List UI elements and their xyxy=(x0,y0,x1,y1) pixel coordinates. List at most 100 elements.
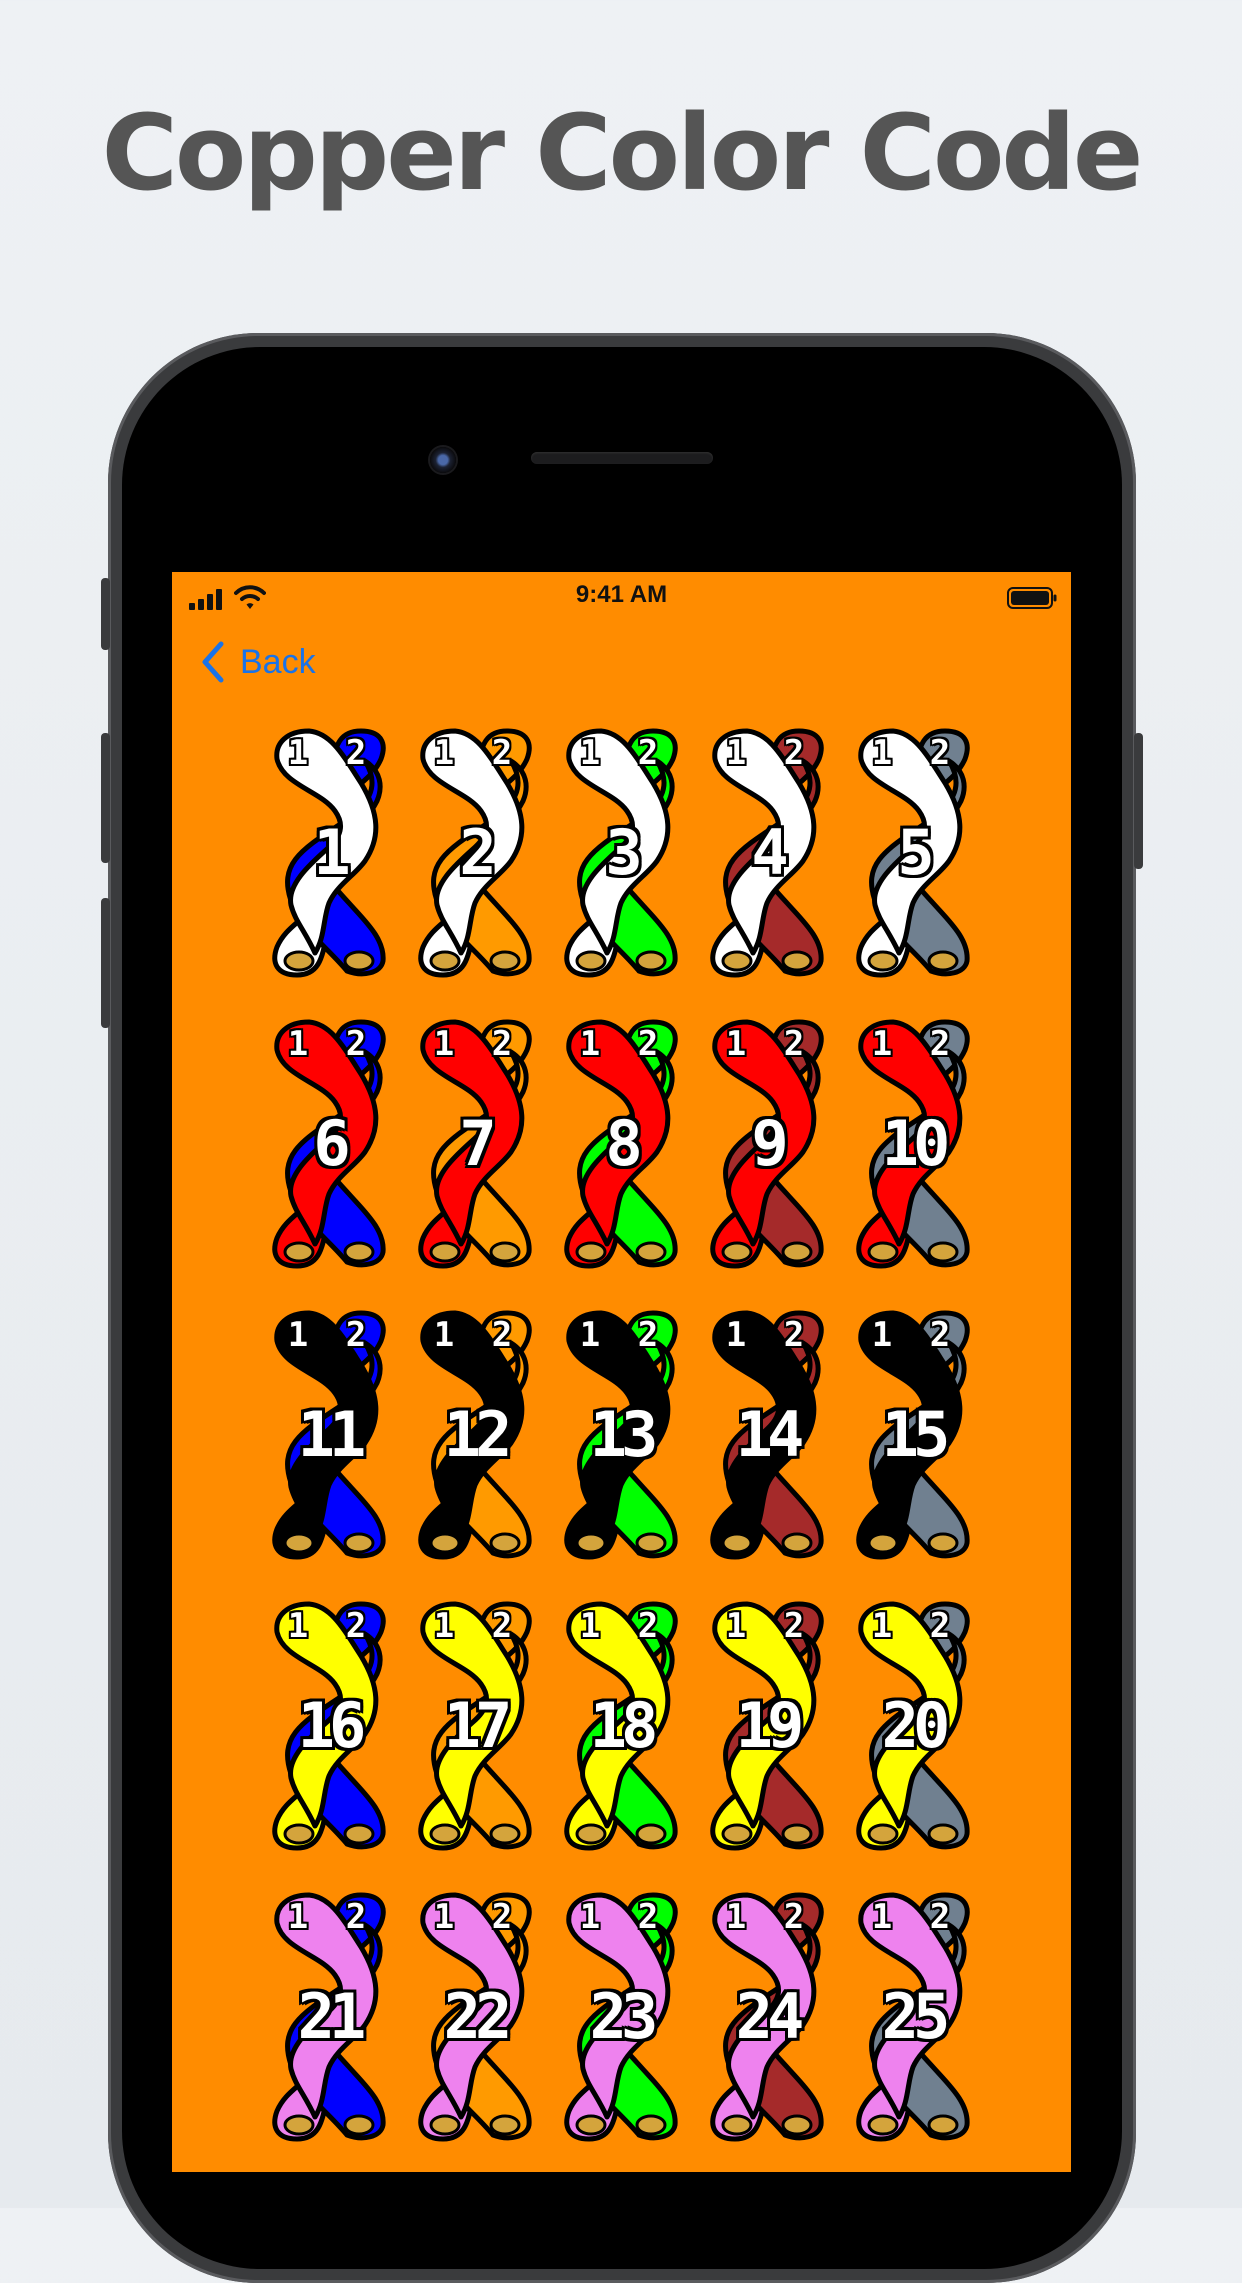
pair-number: 8 xyxy=(605,1107,642,1180)
pair-8[interactable]: 12 8 xyxy=(561,1016,681,1272)
silent-switch xyxy=(101,578,110,650)
wire-2-label: 2 xyxy=(491,1315,513,1355)
wire-2-label: 2 xyxy=(345,1024,367,1064)
pair-24[interactable]: 1 2 24 xyxy=(707,1889,827,2145)
wire-2-label: 2 xyxy=(783,1897,805,1937)
wire-1-label: 1 xyxy=(725,1606,747,1646)
volume-up-button xyxy=(101,733,110,863)
pair-4[interactable]: 12 4 xyxy=(707,725,827,981)
pair-number: 5 xyxy=(897,816,934,889)
pair-25[interactable]: 1 2 25 xyxy=(853,1889,973,2145)
power-button xyxy=(1134,733,1143,869)
pair-21[interactable]: 1 2 21 xyxy=(269,1889,389,2145)
wire-1-label: 1 xyxy=(433,733,455,773)
wire-2-label: 2 xyxy=(783,1315,805,1355)
wire-1-label: 1 xyxy=(725,1024,747,1064)
app-screen: 9:41 AM Back 121122123124125126127128129… xyxy=(172,572,1071,2172)
pair-number: 11 xyxy=(297,1398,367,1471)
chevron-left-icon xyxy=(202,641,224,683)
pair-11[interactable]: 1 2 11 xyxy=(269,1307,389,1563)
wire-2-label: 2 xyxy=(345,1606,367,1646)
wire-1-label: 1 xyxy=(433,1315,455,1355)
pair-number: 4 xyxy=(751,816,788,889)
back-label: Back xyxy=(240,642,316,681)
wire-2-label: 2 xyxy=(929,1024,951,1064)
pair-15[interactable]: 1 2 15 xyxy=(853,1307,973,1563)
wire-1-label: 1 xyxy=(287,1606,309,1646)
pair-number: 7 xyxy=(459,1107,496,1180)
pair-1[interactable]: 121 xyxy=(269,725,389,981)
pair-12[interactable]: 1 2 12 xyxy=(415,1307,535,1563)
pair-18[interactable]: 1 2 18 xyxy=(561,1598,681,1854)
wire-1-label: 1 xyxy=(287,1897,309,1937)
wire-2-label: 2 xyxy=(491,1024,513,1064)
wire-1-label: 1 xyxy=(579,733,601,773)
wire-1-label: 1 xyxy=(433,1606,455,1646)
wire-2-label: 2 xyxy=(783,1606,805,1646)
pair-13[interactable]: 1 2 13 xyxy=(561,1307,681,1563)
pair-number: 13 xyxy=(589,1398,659,1471)
wire-1-label: 1 xyxy=(433,1897,455,1937)
wire-2-label: 2 xyxy=(637,1024,659,1064)
pair-3[interactable]: 12 3 xyxy=(561,725,681,981)
pair-number: 12 xyxy=(443,1398,513,1471)
pair-16[interactable]: 1 2 16 xyxy=(269,1598,389,1854)
wire-1-label: 1 xyxy=(871,1024,893,1064)
wire-1-label: 1 xyxy=(287,1315,309,1355)
pair-14[interactable]: 1 2 14 xyxy=(707,1307,827,1563)
pair-20[interactable]: 1 2 20 xyxy=(853,1598,973,1854)
pair-22[interactable]: 1 2 22 xyxy=(415,1889,535,2145)
wire-2-label: 2 xyxy=(637,733,659,773)
status-time: 9:41 AM xyxy=(575,581,668,608)
pair-9[interactable]: 12 9 xyxy=(707,1016,827,1272)
wire-1-label: 1 xyxy=(725,1315,747,1355)
wire-2-label: 2 xyxy=(637,1897,659,1937)
pair-number: 23 xyxy=(589,1980,659,2053)
battery-icon xyxy=(1007,587,1057,609)
wire-2-label: 2 xyxy=(345,1315,367,1355)
back-button[interactable]: Back xyxy=(200,636,316,688)
wire-2-label: 2 xyxy=(637,1315,659,1355)
front-camera xyxy=(430,447,456,473)
wire-1-label: 1 xyxy=(871,1315,893,1355)
wire-1-label: 1 xyxy=(579,1024,601,1064)
pair-17[interactable]: 1 2 17 xyxy=(415,1598,535,1854)
pair-number: 1 xyxy=(313,816,350,889)
pair-number: 24 xyxy=(735,1980,805,2053)
pair-grid: 1 2 1 1 2 2 1 2 3 1 2 4 1 2 5 1 2 6 1 2 7 1 2 8 1 2 9 1 2 10 1 2 11 1 2 12 1… xyxy=(269,725,1001,2145)
wire-1-label: 1 xyxy=(871,1606,893,1646)
wire-2-label: 2 xyxy=(491,1606,513,1646)
pair-number: 10 xyxy=(881,1107,951,1180)
pair-number: 16 xyxy=(297,1689,367,1762)
pair-23[interactable]: 1 2 23 xyxy=(561,1889,681,2145)
pair-2[interactable]: 122 xyxy=(415,725,535,981)
pair-number: 3 xyxy=(605,816,642,889)
wire-1-label: 1 xyxy=(725,1897,747,1937)
wire-1-label: 1 xyxy=(579,1897,601,1937)
pair-number: 25 xyxy=(881,1980,951,2053)
pair-7[interactable]: 12 7 xyxy=(415,1016,535,1272)
page-headline: Copper Color Code xyxy=(101,92,1144,214)
pair-number: 9 xyxy=(751,1107,788,1180)
pair-number: 15 xyxy=(881,1398,951,1471)
pair-10[interactable]: 1 2 10 xyxy=(853,1016,973,1272)
wire-2-label: 2 xyxy=(929,1897,951,1937)
wire-1-label: 1 xyxy=(579,1315,601,1355)
wire-2-label: 2 xyxy=(783,733,805,773)
pair-number: 20 xyxy=(881,1689,951,1762)
status-bar: 9:41 AM xyxy=(172,572,1071,622)
wire-1-label: 1 xyxy=(871,1897,893,1937)
pair-6[interactable]: 12 6 xyxy=(269,1016,389,1272)
pair-number: 21 xyxy=(297,1980,367,2053)
wire-2-label: 2 xyxy=(345,1897,367,1937)
pair-number: 14 xyxy=(735,1398,805,1471)
wire-1-label: 1 xyxy=(287,733,309,773)
pair-19[interactable]: 1 2 19 xyxy=(707,1598,827,1854)
wire-2-label: 2 xyxy=(929,733,951,773)
pair-number: 19 xyxy=(735,1689,805,1762)
pair-5[interactable]: 12 5 xyxy=(853,725,973,981)
wire-1-label: 1 xyxy=(579,1606,601,1646)
pair-number: 2 xyxy=(459,816,496,889)
wire-2-label: 2 xyxy=(345,733,367,773)
wire-1-label: 1 xyxy=(287,1024,309,1064)
